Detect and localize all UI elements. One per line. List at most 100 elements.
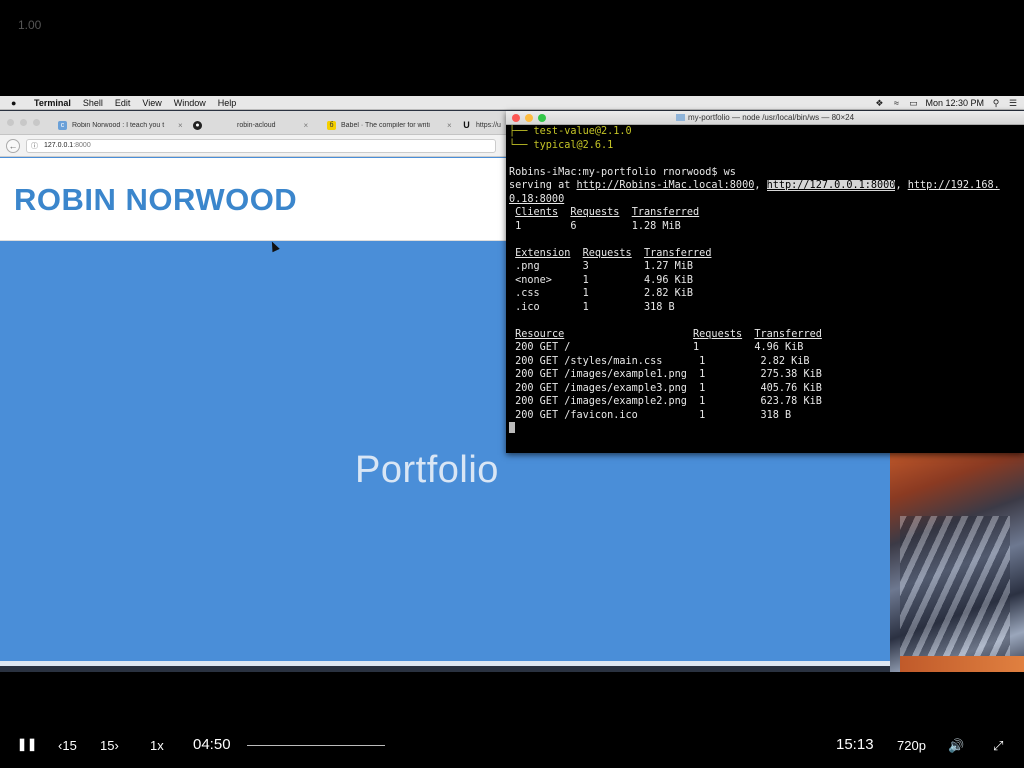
terminal-close-button[interactable] (512, 114, 520, 122)
total-time: 15:13 (836, 736, 874, 753)
col-header: Transferred (643, 247, 712, 259)
apple-icon[interactable]: ● (11, 98, 23, 108)
tab-close-icon[interactable]: × (447, 121, 452, 130)
terminal-prompt-line: Robins-iMac:my-portfolio rnorwood$ ws (509, 166, 736, 178)
serve-url-local[interactable]: http://Robins-iMac.local:8000 (576, 180, 754, 191)
cell: 2.82 KiB (643, 288, 694, 299)
wallpaper-mountain (900, 516, 1010, 666)
menu-app-name[interactable]: Terminal (34, 98, 71, 108)
terminal-zoom-button[interactable] (538, 114, 546, 122)
cell: 200 GET /images/example2.png (515, 396, 687, 407)
col-header: Resource (515, 328, 565, 340)
mac-menubar: ● Terminal Shell Edit View Window Help ❖… (0, 96, 1024, 110)
terminal-titlebar: my-portfolio — node /usr/local/bin/ws — … (506, 111, 1024, 125)
github-icon: ● (193, 120, 202, 130)
cell: .png (515, 261, 540, 272)
window-minimize-button[interactable] (20, 119, 27, 126)
menu-shell[interactable]: Shell (83, 98, 103, 108)
menu-help[interactable]: Help (218, 98, 237, 108)
cell: 405.76 KiB (760, 382, 822, 394)
tab-close-icon[interactable]: × (178, 121, 183, 130)
quality-button[interactable]: 720p (897, 738, 926, 753)
serve-url-network-cont[interactable]: 0.18:8000 (509, 194, 564, 205)
col-header: Transferred (754, 328, 822, 340)
rewind-15-button[interactable]: ‹15 (58, 738, 77, 753)
cell: 200 GET / (515, 342, 571, 353)
cell: 1 (699, 396, 706, 407)
tab-label: Robin Norwood : I teach you t (72, 121, 165, 129)
browser-tab-robin-norwood[interactable]: c Robin Norwood : I teach you t × (58, 115, 186, 135)
babel-icon: б (327, 120, 336, 130)
current-time: 04:50 (193, 736, 231, 753)
col-header: Extension (515, 247, 571, 259)
cell: 318 B (760, 409, 792, 421)
window-zoom-button[interactable] (33, 119, 40, 126)
video-frame: ● Terminal Shell Edit View Window Help ❖… (0, 96, 1024, 672)
forward-icon: › (114, 738, 119, 753)
browser-tab-u[interactable]: U https://u (462, 115, 506, 135)
address-bar[interactable]: ⓘ 127.0.0.1:8000 (26, 139, 496, 153)
cell: 1.27 MiB (643, 261, 694, 272)
rewind-label: 15 (62, 738, 77, 753)
terminal-cursor (509, 422, 515, 433)
serve-url-loopback[interactable]: http://127.0.0.1:8000 (766, 180, 896, 191)
cell: 4.96 KiB (643, 274, 694, 286)
url-host: 127.0.0.1 (44, 142, 74, 149)
back-arrow-icon[interactable]: ← (6, 139, 20, 153)
terminal-line: ├── test-value@2.1.0 (509, 126, 632, 137)
folder-icon (675, 114, 685, 121)
menubar-clock[interactable]: Mon 12:30 PM (925, 98, 984, 108)
playback-rate-overlay: 1.00 (18, 18, 42, 32)
cell: <none> (515, 274, 552, 286)
col-header: Requests (570, 207, 620, 218)
volume-icon[interactable]: 🔊 (948, 738, 964, 754)
cell: 6 (570, 220, 577, 232)
notification-center-icon[interactable]: ☰ (1008, 98, 1018, 108)
wallpaper-glow (900, 656, 1024, 672)
cell: 200 GET /favicon.ico (515, 409, 638, 421)
menu-edit[interactable]: Edit (115, 98, 131, 108)
tab-label: https://u (476, 121, 501, 129)
terminal-window: my-portfolio — node /usr/local/bin/ws — … (506, 111, 1024, 453)
cell: 3 (582, 261, 589, 272)
pause-icon[interactable]: ❚❚ (17, 737, 37, 751)
cell: 200 GET /images/example3.png (515, 382, 687, 394)
info-icon[interactable]: ⓘ (31, 141, 38, 153)
cell: 1 (582, 274, 589, 286)
cell: 1.28 MiB (631, 220, 681, 232)
terminal-line: └── typical@2.6.1 (509, 139, 614, 151)
hero-title: Portfolio (355, 449, 499, 491)
cell: 2.82 KiB (760, 355, 810, 367)
cell: 1 (699, 355, 706, 367)
cell: 1 (693, 342, 700, 353)
serving-prefix: serving at (509, 180, 577, 191)
menu-view[interactable]: View (142, 98, 161, 108)
tab-label: robin-acloud (237, 121, 276, 129)
cell: .css (515, 288, 540, 299)
airplay-icon[interactable]: ▭ (908, 98, 918, 108)
wifi-icon[interactable]: ≈ (891, 98, 901, 108)
cell: 623.78 KiB (760, 396, 822, 407)
cell: 275.38 KiB (760, 369, 822, 380)
serve-url-network[interactable]: http://192.168. (908, 180, 1000, 191)
cg-favicon-icon: c (58, 120, 67, 130)
terminal-output[interactable]: ├── test-value@2.1.0 └── typical@2.6.1 R… (509, 125, 1024, 453)
exit-fullscreen-icon[interactable]: ⤢ (993, 738, 1003, 754)
menu-window[interactable]: Window (174, 98, 206, 108)
terminal-minimize-button[interactable] (525, 114, 533, 122)
browser-tab-babel[interactable]: б Babel · The compiler for writi × (327, 115, 457, 135)
dropbox-icon[interactable]: ❖ (874, 98, 884, 108)
video-player-controls: ❚❚ ‹15 15› 1x 04:50 15:13 720p 🔊 ⤢ (0, 672, 1024, 768)
u-icon: U (463, 119, 470, 130)
forward-15-button[interactable]: 15› (100, 738, 119, 753)
playback-speed-button[interactable]: 1x (150, 738, 164, 753)
menubar-status-area: ❖ ≈ ▭ Mon 12:30 PM ⚲ ☰ (874, 96, 1018, 110)
browser-tab-github[interactable]: ● robin-acloud × (193, 115, 321, 135)
window-close-button[interactable] (7, 119, 14, 126)
spotlight-search-icon[interactable]: ⚲ (991, 98, 1001, 108)
cell: 1 (515, 220, 522, 232)
tab-close-icon[interactable]: × (304, 121, 309, 130)
col-header: Requests (582, 247, 632, 259)
progress-bar[interactable] (247, 745, 385, 746)
site-title[interactable]: ROBIN NORWOOD (14, 182, 297, 218)
